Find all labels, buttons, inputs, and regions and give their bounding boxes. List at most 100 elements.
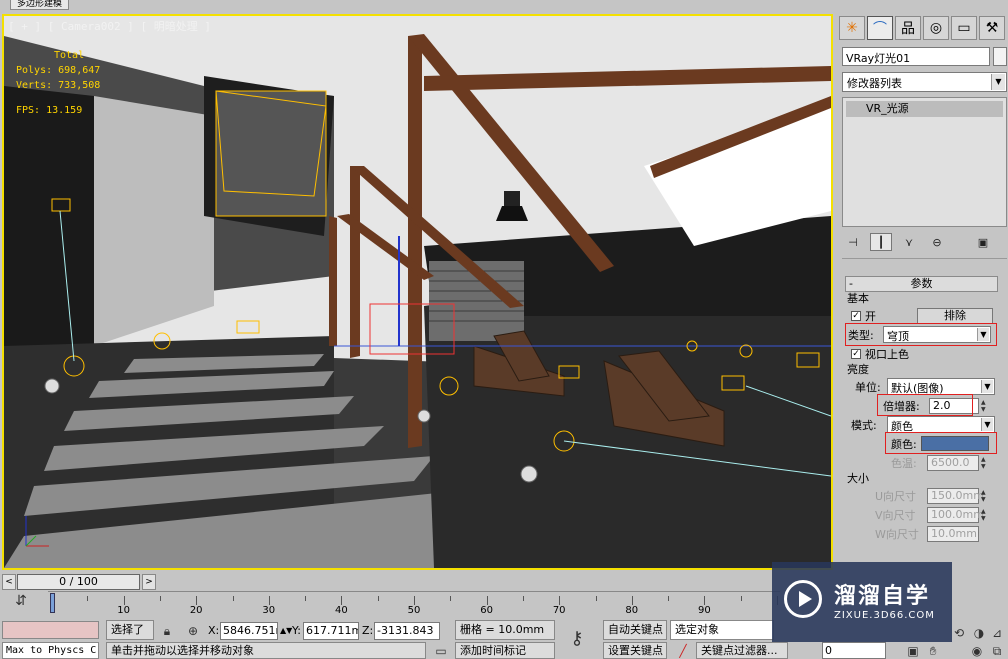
- unit-label: 单位:: [855, 380, 881, 394]
- maximize-viewport-icon[interactable]: ▣: [904, 642, 922, 659]
- maxscript-output[interactable]: Max to Physcs C: [2, 642, 99, 659]
- stack-toolbar: ⊣ ┃ ⋎ ⊖ ▣: [842, 232, 1007, 252]
- ruler-tick-label: 50: [407, 605, 421, 616]
- highlight-box: [877, 394, 973, 416]
- viewport-shade-row: ✓ 视口上色: [845, 344, 998, 363]
- temperature-spinner[interactable]: 6500.0 ▲ ▼: [927, 454, 986, 471]
- exclude-button[interactable]: 排除: [917, 307, 993, 324]
- key-icon[interactable]: ⚷: [568, 630, 586, 648]
- y-coordinate-field[interactable]: 617.711mr: [303, 622, 359, 640]
- window-title-tab[interactable]: 多边形建模: [10, 0, 70, 10]
- field-of-view-icon[interactable]: ⊿: [988, 624, 1006, 642]
- show-end-result-icon[interactable]: ┃: [870, 233, 892, 251]
- utilities-icon: ⚒: [985, 20, 999, 36]
- spinner-arrows-icon[interactable]: ▲ ▼: [981, 508, 990, 522]
- maxscript-listener-input[interactable]: [2, 621, 99, 639]
- viewport-shade-checkbox[interactable]: ✓: [851, 348, 861, 359]
- current-frame-marker[interactable]: [50, 593, 55, 613]
- stats-total-label: Total: [54, 50, 85, 61]
- track-bar[interactable]: ⇵ 10 20 30 40 50 60 70 80 90: [0, 591, 780, 616]
- hierarchy-tab-icon[interactable]: 品: [895, 16, 921, 40]
- ruler-tick-label: 70: [552, 605, 566, 616]
- time-slider[interactable]: 0 / 100: [17, 574, 140, 590]
- v-size-row: V向尺寸 100.0mm ▲ ▼: [845, 505, 998, 524]
- display-tab-icon[interactable]: ▭: [951, 16, 977, 40]
- panel-divider: [842, 258, 1007, 259]
- ruler-tick: [123, 596, 125, 605]
- key-filter-icon[interactable]: ╱: [674, 642, 692, 659]
- remove-modifier-icon[interactable]: ⊖: [926, 233, 948, 251]
- utilities-tab-icon[interactable]: ⚒: [979, 16, 1005, 40]
- key-filters-button[interactable]: 关键点过滤器...: [696, 642, 788, 659]
- viewport-label[interactable]: [ + ] [ Camera002 ] [ 明暗处理 ]: [8, 18, 211, 34]
- u-size-spinner[interactable]: 150.0mm ▲ ▼: [927, 487, 986, 504]
- pin-stack-icon[interactable]: ⊣: [842, 233, 864, 251]
- current-frame-field[interactable]: 0: [822, 642, 886, 659]
- set-key-button[interactable]: 设置关键点: [603, 642, 667, 659]
- next-frame-button[interactable]: >: [142, 574, 156, 590]
- add-time-tag-icon[interactable]: ▭: [432, 642, 450, 659]
- object-name-field[interactable]: VRay灯光01: [842, 47, 990, 66]
- watermark: 溜溜自学 ZIXUE.3D66.COM: [772, 562, 952, 642]
- add-time-tag-button[interactable]: 添加时间标记: [455, 642, 555, 659]
- type-row: 类型: 穹顶 ▼: [845, 323, 998, 346]
- make-unique-icon[interactable]: ⋎: [898, 233, 920, 251]
- u-size-value: 150.0mm: [931, 488, 984, 502]
- stack-item-vr-light[interactable]: VR_光源: [846, 101, 1003, 117]
- motion-tab-icon[interactable]: ◎: [923, 16, 949, 40]
- modifier-list-dropdown[interactable]: 修改器列表 ▼: [842, 72, 1007, 92]
- ruler-tick: [341, 596, 343, 605]
- spinner-arrows-icon[interactable]: ▲ ▼: [981, 456, 990, 470]
- w-size-label: W向尺寸: [875, 527, 919, 541]
- x-coordinate-field[interactable]: 5846.751m: [220, 622, 278, 640]
- zoom-all-icon[interactable]: ◑: [970, 624, 988, 642]
- auto-key-button[interactable]: 自动关键点: [603, 620, 667, 640]
- v-size-spinner[interactable]: 100.0mm ▲ ▼: [927, 506, 986, 523]
- absolute-mode-icon[interactable]: ⊕: [184, 622, 202, 640]
- pan-hand-icon[interactable]: ✋︎: [924, 642, 942, 659]
- w-size-spinner[interactable]: 10.0mm: [927, 525, 979, 542]
- y-label: Y:: [292, 624, 301, 637]
- ruler-tick: [522, 596, 524, 601]
- on-checkbox[interactable]: ✓: [851, 310, 861, 321]
- mode-dropdown[interactable]: 颜色 ▼: [887, 416, 995, 433]
- ruler-tick: [377, 596, 379, 601]
- temperature-label: 色温:: [891, 456, 917, 470]
- z-label: Z:: [362, 624, 374, 637]
- min-max-toggle-icon[interactable]: ⧉: [988, 642, 1006, 659]
- collapse-icon: -: [849, 277, 853, 290]
- prev-frame-button[interactable]: <: [2, 574, 16, 590]
- viewport-stats: Total Polys: 698,647 Verts: 733,508 FPS:…: [16, 48, 100, 118]
- ruler-tick-label: 60: [480, 605, 493, 616]
- track-ruler[interactable]: 10 20 30 40 50 60 70 80 90: [48, 591, 780, 616]
- chevron-down-icon: ▼: [991, 74, 1005, 90]
- z-coordinate-field[interactable]: -3131.843: [374, 622, 440, 640]
- curve-editor-icon[interactable]: ⇵: [8, 593, 34, 613]
- hierarchy-icon: 品: [901, 21, 915, 37]
- create-tab-sun-icon[interactable]: ✳: [839, 16, 865, 40]
- selection-set-dropdown[interactable]: 选定对象: [670, 620, 774, 640]
- app-window: 多边形建模 [+] [Camera002] [明暗处理] Total…: [0, 0, 1008, 659]
- ruler-tick: [159, 596, 161, 601]
- spinner-arrows-icon[interactable]: ▲ ▼: [981, 489, 990, 503]
- modifier-stack: VR_光源: [842, 97, 1007, 227]
- x-spinner-icon[interactable]: ▲▼: [280, 622, 292, 640]
- prompt-line: 单击并拖动以选择并移动对象: [106, 642, 426, 659]
- modify-tab-icon[interactable]: ⌒: [867, 16, 893, 40]
- chevron-down-icon: ▼: [981, 418, 993, 431]
- multiplier-row: 倍增器: 2.0 ▲ ▼: [845, 394, 998, 416]
- rollout-header[interactable]: - 参数: [845, 276, 998, 292]
- configure-sets-icon[interactable]: ▣: [972, 233, 994, 251]
- spinner-arrows-icon[interactable]: ▲ ▼: [981, 399, 990, 413]
- camera-viewport[interactable]: [ + ] [ Camera002 ] [ 明暗处理 ] Total Polys…: [2, 14, 833, 570]
- chevron-down-icon: ▼: [981, 380, 993, 393]
- lock-icon[interactable]: 🔒︎: [158, 622, 176, 640]
- walkthrough-icon[interactable]: ◉: [968, 642, 986, 659]
- object-color-swatch[interactable]: [993, 47, 1007, 66]
- orbit-icon[interactable]: ⟲: [950, 624, 968, 642]
- command-panel: ✳ ⌒ 品 ◎ ▭ ⚒ VRay灯光01 修改器列表 ▼ VR_光源 ⊣ ┃ ⋎…: [837, 14, 1008, 574]
- v-size-value: 100.0mm: [931, 507, 984, 521]
- unit-dropdown[interactable]: 默认(图像) ▼: [887, 378, 995, 395]
- x-label: X:: [208, 624, 220, 637]
- temperature-row: 色温: 6500.0 ▲ ▼: [845, 453, 998, 472]
